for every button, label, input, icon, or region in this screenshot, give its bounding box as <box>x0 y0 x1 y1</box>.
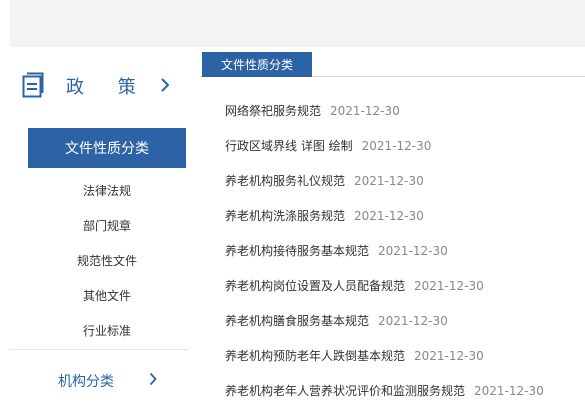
document-date: 2021-12-30 <box>378 243 448 258</box>
main-content: 文件性质分类 网络祭祀服务规范 2021-12-30 行政区域界线 详图 绘制 … <box>200 47 585 408</box>
document-date: 2021-12-30 <box>330 103 400 118</box>
list-item[interactable]: 养老机构接待服务基本规范 2021-12-30 <box>225 233 585 268</box>
document-list: 网络祭祀服务规范 2021-12-30 行政区域界线 详图 绘制 2021-12… <box>225 93 585 408</box>
list-item[interactable]: 养老机构膳食服务基本规范 2021-12-30 <box>225 303 585 338</box>
document-title[interactable]: 养老机构洗涤服务规范 <box>225 207 345 224</box>
list-item[interactable]: 养老机构洗涤服务规范 2021-12-30 <box>225 198 585 233</box>
chevron-right-icon[interactable] <box>160 77 170 93</box>
document-date: 2021-12-30 <box>361 138 432 153</box>
sidebar: 政 策 文件性质分类 法律法规 部门规章 规范性文件 其他文件 行业标准 机构分… <box>0 47 200 408</box>
document-date: 2021-12-30 <box>414 278 484 293</box>
document-title[interactable]: 养老机构预防老年人跌倒基本规范 <box>225 347 405 364</box>
sidebar-item-industry-standards[interactable]: 行业标准 <box>28 313 186 348</box>
tab-strip: 文件性质分类 <box>200 52 585 77</box>
document-title[interactable]: 养老机构老年人营养状况评价和监测服务规范 <box>225 382 465 399</box>
sidebar-item-other-docs[interactable]: 其他文件 <box>28 278 186 313</box>
document-title[interactable]: 网络祭祀服务规范 <box>225 102 321 119</box>
sidebar-item-laws[interactable]: 法律法规 <box>28 173 186 208</box>
sidebar-item-normative-docs[interactable]: 规范性文件 <box>28 243 186 278</box>
policy-title: 政 策 <box>66 77 150 98</box>
document-title[interactable]: 养老机构膳食服务基本规范 <box>225 312 369 329</box>
org-category-label: 机构分类 <box>58 374 114 390</box>
document-date: 2021-12-30 <box>378 313 448 328</box>
list-item[interactable]: 养老机构老年人营养状况评价和监测服务规范 2021-12-30 <box>225 373 585 408</box>
sidebar-item-regulations[interactable]: 部门规章 <box>28 208 186 243</box>
document-title[interactable]: 养老机构服务礼仪规范 <box>225 172 345 189</box>
sidebar-item-file-nature[interactable]: 文件性质分类 <box>28 128 186 168</box>
list-item[interactable]: 养老机构服务礼仪规范 2021-12-30 <box>225 163 585 198</box>
sidebar-sub-list: 法律法规 部门规章 规范性文件 其他文件 行业标准 <box>28 173 186 348</box>
document-date: 2021-12-30 <box>474 383 544 398</box>
list-item[interactable]: 养老机构预防老年人跌倒基本规范 2021-12-30 <box>225 338 585 373</box>
list-item[interactable]: 网络祭祀服务规范 2021-12-30 <box>225 93 585 128</box>
document-date: 2021-12-30 <box>354 173 424 188</box>
sidebar-item-org-category[interactable]: 机构分类 <box>10 361 188 397</box>
top-bar <box>10 0 585 47</box>
document-date: 2021-12-30 <box>354 208 424 223</box>
document-title[interactable]: 养老机构接待服务基本规范 <box>225 242 369 259</box>
document-icon <box>22 72 44 98</box>
policy-section-header[interactable]: 政 策 <box>10 65 188 107</box>
tab-file-nature[interactable]: 文件性质分类 <box>202 52 312 77</box>
chevron-right-icon[interactable] <box>149 372 157 386</box>
document-title[interactable]: 养老机构岗位设置及人员配备规范 <box>225 277 405 294</box>
list-item[interactable]: 行政区域界线 详图 绘制 2021-12-30 <box>225 128 585 163</box>
list-item[interactable]: 养老机构岗位设置及人员配备规范 2021-12-30 <box>225 268 585 303</box>
sidebar-divider <box>10 349 188 350</box>
document-title[interactable]: 行政区域界线 详图 绘制 <box>225 137 353 154</box>
document-date: 2021-12-30 <box>414 348 484 363</box>
